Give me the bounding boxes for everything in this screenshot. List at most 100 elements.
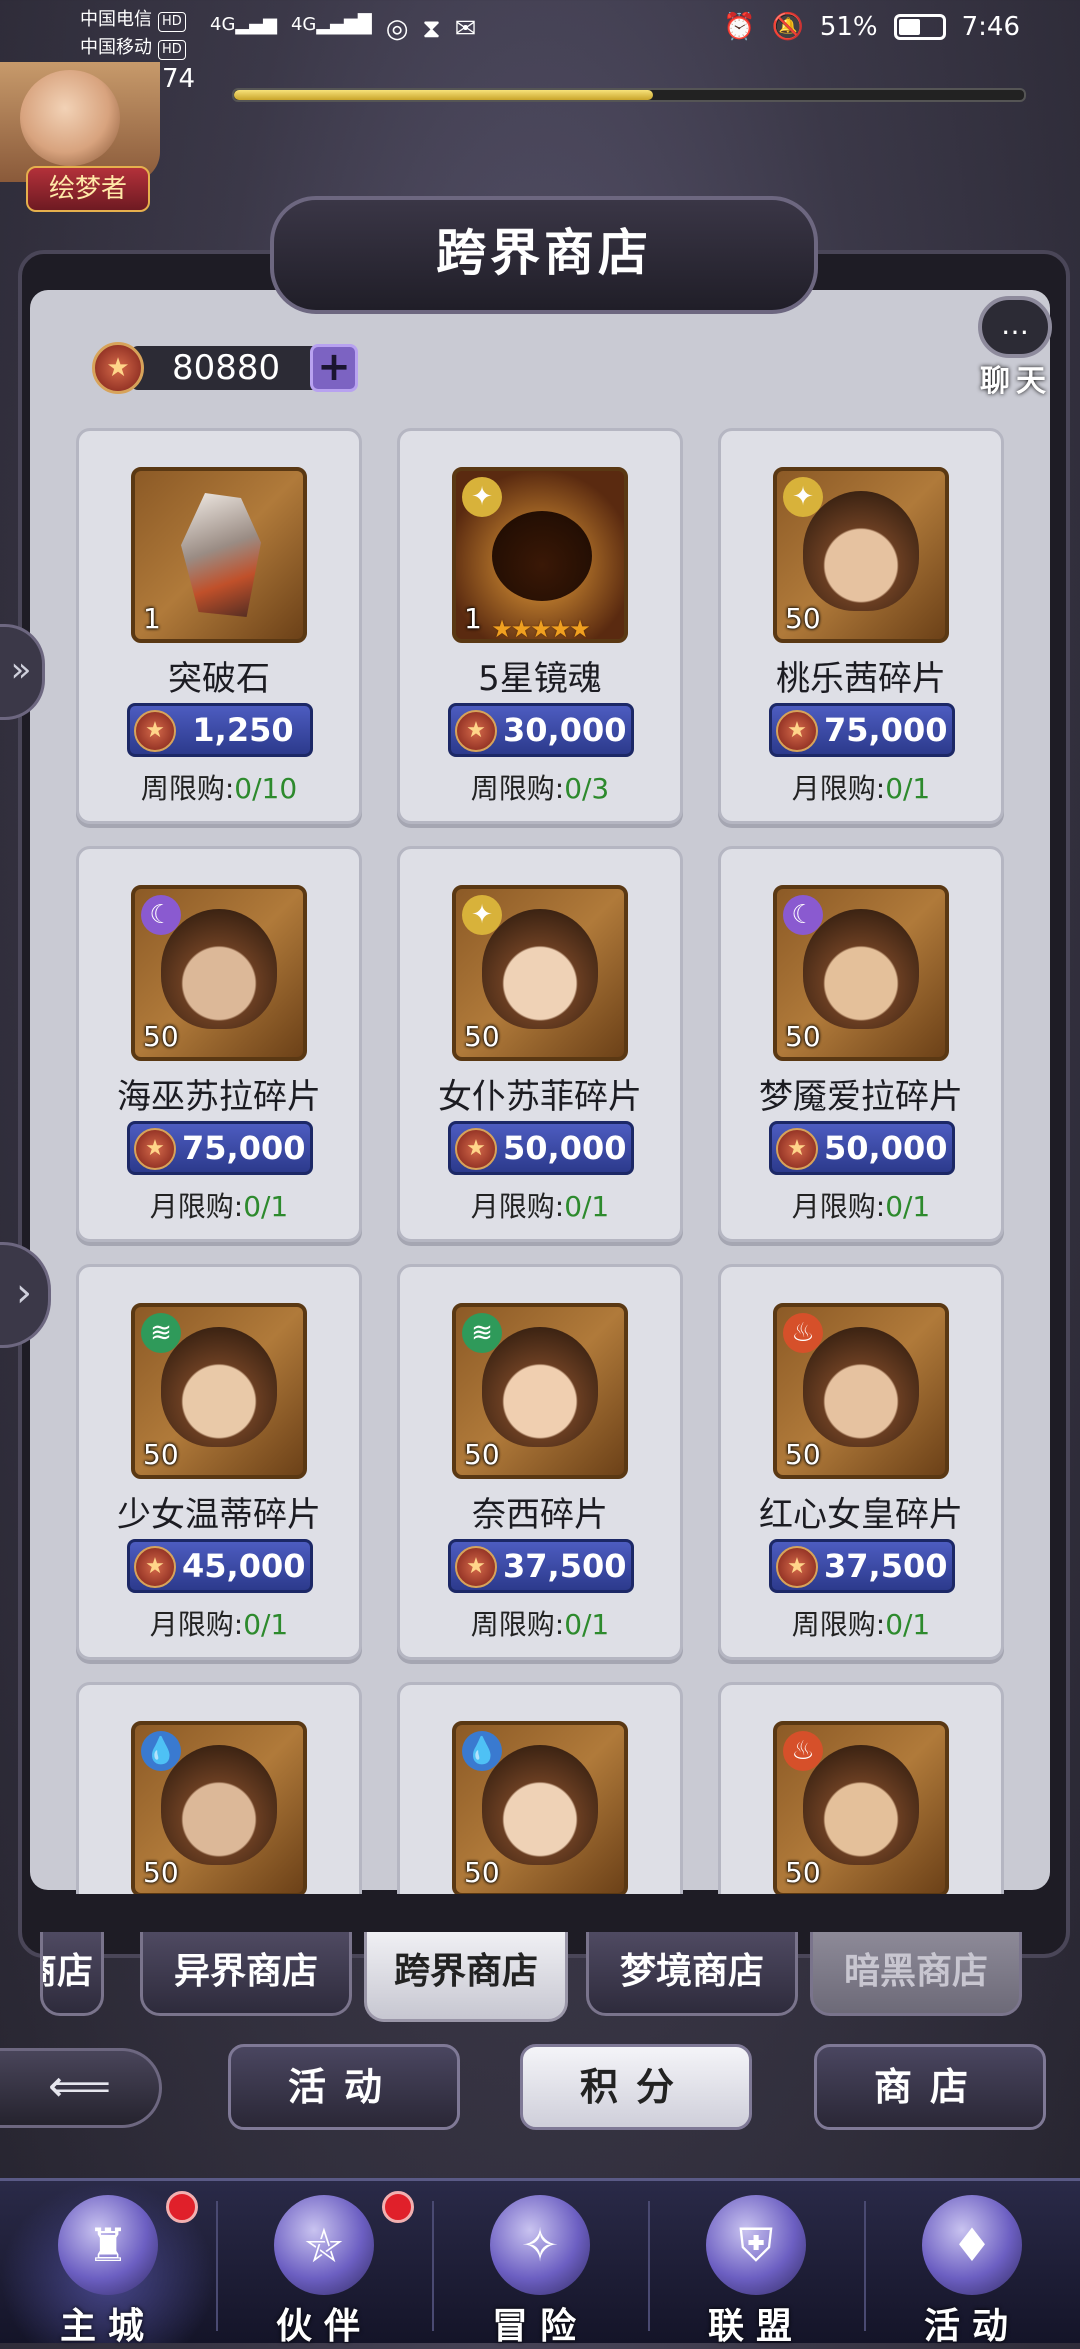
hourglass-icon: ⧗ <box>422 14 441 44</box>
bottom-nav-label: 伙伴 <box>275 2305 372 2347</box>
element-fire-icon: ♨ <box>783 1313 823 1353</box>
purchase-limit: 月限购:0/1 <box>400 1185 680 1225</box>
compass-icon: ✧ <box>490 2195 590 2295</box>
category-button[interactable]: 商店 <box>814 2044 1046 2130</box>
shop-item-card[interactable]: ☾ 50 梦魇爱拉碎片 ★ 50,000 月限购:0/1 <box>718 846 1004 1242</box>
item-quantity: 50 <box>143 1438 179 1471</box>
carrier-info: 中国电信 HD 中国移动 HD <box>80 6 186 62</box>
castle-icon: ♜ <box>58 2195 158 2295</box>
item-quantity: 1 <box>464 602 482 635</box>
medal-icon: ★ <box>455 1546 497 1588</box>
notification-badge <box>382 2191 414 2223</box>
shop-item-card[interactable]: ≋ 50 奈西碎片 ★ 37,500 周限购:0/1 <box>397 1264 683 1660</box>
buy-price-button[interactable]: ★ 1,250 <box>127 703 313 757</box>
player-level: 74 <box>162 64 196 94</box>
limit-value: 0/3 <box>564 772 610 805</box>
purchase-limit: 周限购:0/10 <box>79 767 359 807</box>
store-tab[interactable]: 梦境商店 <box>586 1932 798 2016</box>
store-tab[interactable]: 异界商店 <box>140 1932 352 2016</box>
add-currency-button[interactable]: + <box>310 344 358 392</box>
character-portrait <box>482 1327 598 1447</box>
exp-bar <box>232 88 1026 102</box>
player-title-badge[interactable]: 绘梦者 <box>26 166 150 212</box>
shop-item-card[interactable]: ♨ 50 <box>718 1682 1004 1894</box>
price-value: 45,000 <box>182 1547 306 1585</box>
character-portrait <box>803 1327 919 1447</box>
item-icon-frame: 1 <box>131 467 307 643</box>
shop-item-card[interactable]: 💧 50 <box>76 1682 362 1894</box>
bottom-nav-item[interactable]: ✧ 冒险 <box>432 2181 648 2347</box>
back-button[interactable]: ⟸ <box>0 2048 162 2128</box>
signal-icon-2: 4G▂▄▆█ <box>290 14 372 35</box>
avatar-portrait <box>20 70 120 166</box>
shop-item-card[interactable]: ✦ 50 女仆苏菲碎片 ★ 50,000 月限购:0/1 <box>397 846 683 1242</box>
price-value: 37,500 <box>503 1547 627 1585</box>
buy-price-button[interactable]: ★ 30,000 <box>448 703 634 757</box>
buy-price-button[interactable]: ★ 37,500 <box>448 1539 634 1593</box>
character-portrait <box>482 909 598 1029</box>
bottom-nav-item[interactable]: ♦ 活动 <box>864 2181 1080 2347</box>
shop-item-card[interactable]: 1 突破石 ★ 1,250 周限购:0/10 <box>76 428 362 824</box>
limit-value: 0/1 <box>243 1608 289 1641</box>
purchase-limit: 周限购:0/3 <box>400 767 680 807</box>
buy-price-button[interactable]: ★ 50,000 <box>448 1121 634 1175</box>
bottom-nav-item[interactable]: ⛥ 伙伴 <box>216 2181 432 2347</box>
bottom-nav-label: 冒险 <box>491 2305 588 2347</box>
notification-badge <box>166 2191 198 2223</box>
shop-item-card[interactable]: ✦ ★★★★★ 1 5星镜魂 ★ 30,000 周限购:0/3 <box>397 428 683 824</box>
player-avatar[interactable] <box>0 62 160 182</box>
item-icon-frame: ☾ 50 <box>773 885 949 1061</box>
item-quantity: 50 <box>464 1856 500 1889</box>
item-quantity: 50 <box>464 1438 500 1471</box>
character-portrait <box>482 1745 598 1865</box>
price-value: 30,000 <box>503 711 627 749</box>
character-portrait <box>803 491 919 611</box>
bottom-nav-item[interactable]: ⛨ 联盟 <box>648 2181 864 2347</box>
item-name: 海巫苏拉碎片 <box>117 1077 321 1117</box>
buy-price-button[interactable]: ★ 45,000 <box>127 1539 313 1593</box>
shop-item-card[interactable]: ≋ 50 少女温蒂碎片 ★ 45,000 月限购:0/1 <box>76 1264 362 1660</box>
item-icon-frame: ✦ 50 <box>452 885 628 1061</box>
chat-button[interactable]: … 聊天 <box>970 296 1062 400</box>
store-tab[interactable]: 暗黑商店 <box>810 1932 1022 2016</box>
item-quantity: 50 <box>143 1020 179 1053</box>
limit-value: 0/1 <box>243 1190 289 1223</box>
back-arrow-icon: ⟸ <box>47 2061 112 2112</box>
currency-display: 80880 ★ + <box>92 338 362 398</box>
store-tab[interactable]: 商店 <box>40 1932 104 2016</box>
wechat-icon: ✉ <box>454 14 477 44</box>
limit-label: 月限购: <box>149 1190 244 1223</box>
purchase-limit: 月限购:0/1 <box>79 1603 359 1643</box>
item-name: 5星镜魂 <box>478 659 602 699</box>
shop-item-card[interactable]: ☾ 50 海巫苏拉碎片 ★ 75,000 月限购:0/1 <box>76 846 362 1242</box>
buy-price-button[interactable]: ★ 50,000 <box>769 1121 955 1175</box>
battery-icon <box>893 14 946 40</box>
buy-price-button[interactable]: ★ 75,000 <box>769 703 955 757</box>
medal-icon: ★ <box>776 1546 818 1588</box>
item-quantity: 1 <box>143 602 161 635</box>
cards-icon: ♦ <box>922 2195 1022 2295</box>
exp-fill <box>234 90 653 100</box>
shop-item-card[interactable]: ✦ 50 桃乐茜碎片 ★ 75,000 月限购:0/1 <box>718 428 1004 824</box>
buy-price-button[interactable]: ★ 37,500 <box>769 1539 955 1593</box>
limit-label: 月限购: <box>470 1190 565 1223</box>
status-icons: 4G▂▄▆ 4G▂▄▆█ ◎ ⧗ ✉ <box>210 14 476 45</box>
purchase-limit: 月限购:0/1 <box>721 1185 1001 1225</box>
carrier-1: 中国电信 <box>80 9 152 30</box>
medal-icon: ★ <box>134 710 176 752</box>
element-wind-icon: ≋ <box>141 1313 181 1353</box>
store-tab[interactable]: 跨界商店 <box>364 1932 568 2022</box>
bottom-nav-item[interactable]: ♜ 主城 <box>0 2181 216 2347</box>
item-name: 梦魇爱拉碎片 <box>759 1077 963 1117</box>
category-button[interactable]: 积分 <box>520 2044 752 2130</box>
category-row: ⟸ 活动 积分 商店 <box>0 2044 1080 2144</box>
character-portrait <box>803 909 919 1029</box>
item-name: 女仆苏菲碎片 <box>438 1077 642 1117</box>
element-water-icon: 💧 <box>141 1731 181 1771</box>
shield-icon: ⛨ <box>706 2195 806 2295</box>
category-button[interactable]: 活动 <box>228 2044 460 2130</box>
limit-value: 0/1 <box>564 1190 610 1223</box>
buy-price-button[interactable]: ★ 75,000 <box>127 1121 313 1175</box>
shop-item-card[interactable]: ♨ 50 红心女皇碎片 ★ 37,500 周限购:0/1 <box>718 1264 1004 1660</box>
shop-item-card[interactable]: 💧 50 <box>397 1682 683 1894</box>
